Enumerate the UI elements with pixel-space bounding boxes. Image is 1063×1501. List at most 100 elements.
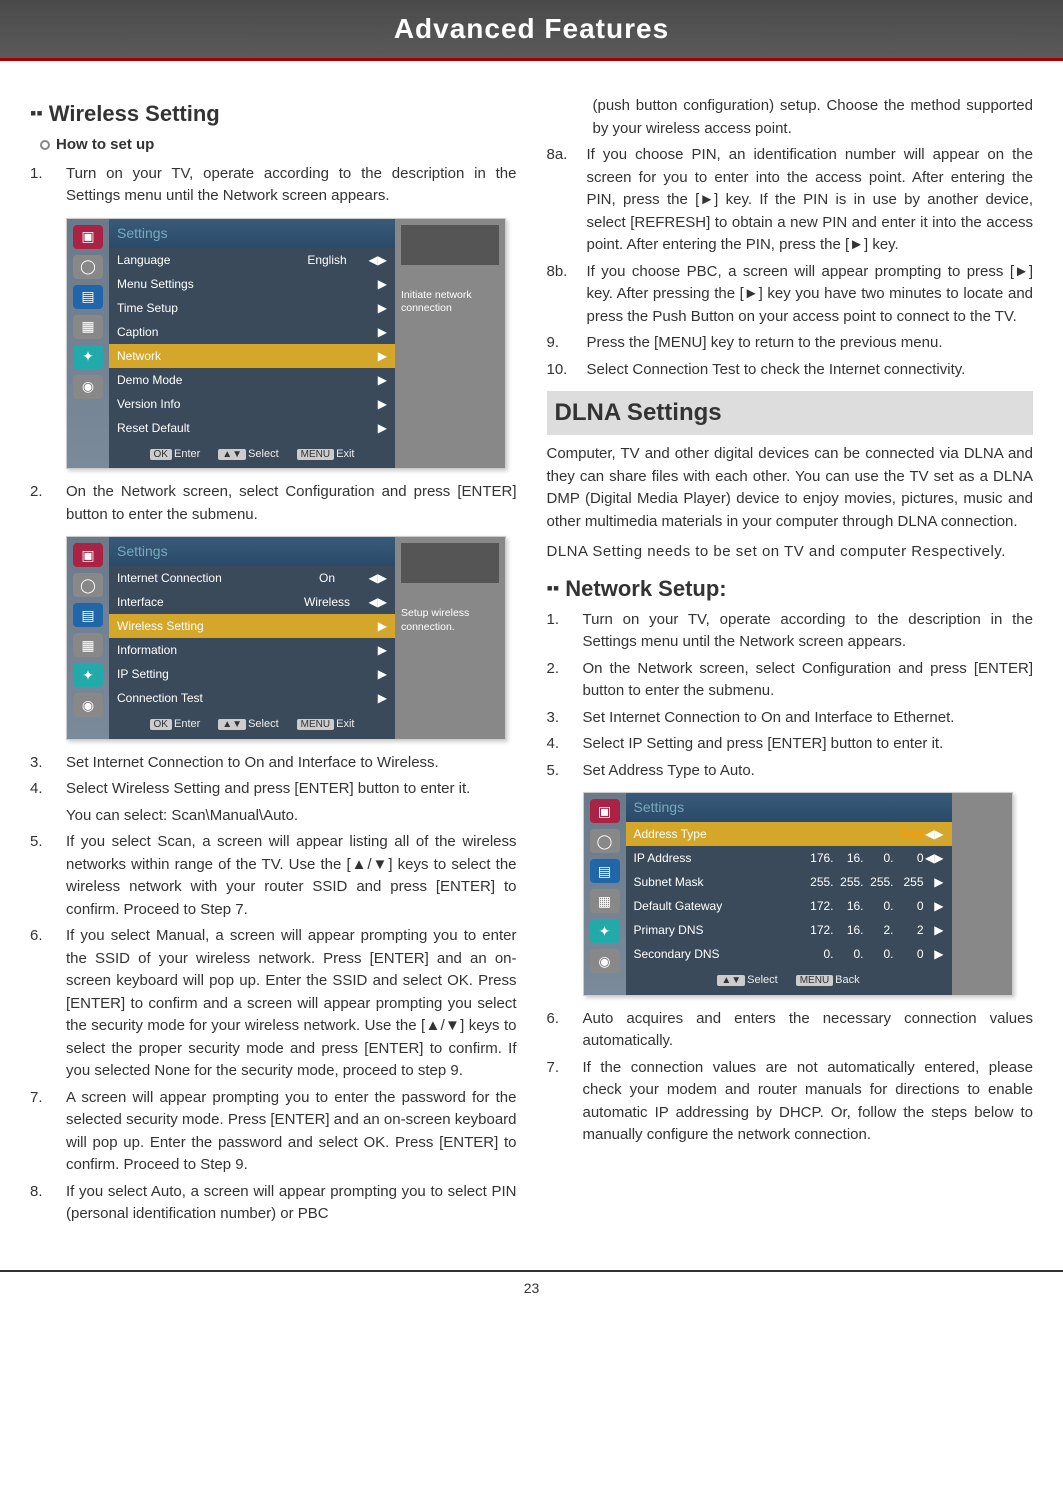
channel-icon: ▤ xyxy=(590,859,620,883)
arrow-icon: ▶ xyxy=(367,395,387,413)
arrow-icon: ▶ xyxy=(367,323,387,341)
arrow-icon: ◀▶ xyxy=(924,849,944,867)
steps-b: 2. On the Network screen, select Configu… xyxy=(30,481,517,526)
panel-title: Settings xyxy=(109,219,395,248)
step-1: 1. Turn on your TV, operate according to… xyxy=(30,163,517,208)
side-caption: Initiate network connection xyxy=(401,289,499,316)
step-number: 3. xyxy=(547,707,573,730)
row-label: Menu Settings xyxy=(117,275,287,293)
network-icon: ◉ xyxy=(590,949,620,973)
lock-icon: ▦ xyxy=(73,633,103,657)
arrow-icon: ▶ xyxy=(924,897,944,915)
menu-row[interactable]: Reset Default ▶ xyxy=(109,416,395,440)
panel-hints: OKEnter ▲▼Select MENUExit xyxy=(109,710,395,739)
step-item: 7.A screen will appear prompting you to … xyxy=(30,1087,517,1177)
row-value: 0.0.0.0 xyxy=(806,945,924,963)
left-column: ▪▪ Wireless Setting How to set up 1. Tur… xyxy=(30,91,517,1230)
row-label: Wireless Setting xyxy=(117,617,287,635)
dlna-heading: DLNA Settings xyxy=(547,391,1034,435)
step-text: Auto acquires and enters the necessary c… xyxy=(583,1008,1034,1053)
menu-row[interactable]: Network ▶ xyxy=(109,344,395,368)
row-label: Address Type xyxy=(634,825,809,843)
menu-row[interactable]: Address TypeAuto◀▶ xyxy=(626,822,952,846)
settings-panel-1: ▣ ◯ ▤ ▦ ✦ ◉ Settings LanguageEnglish◀▶Me… xyxy=(66,218,506,470)
step-number: 6. xyxy=(30,925,56,1083)
channel-icon: ▤ xyxy=(73,603,103,627)
menu-row[interactable]: Connection Test▶ xyxy=(109,686,395,710)
step-text: Select Connection Test to check the Inte… xyxy=(587,359,966,382)
page-number: 23 xyxy=(524,1280,540,1296)
step-item: 5.Set Address Type to Auto. xyxy=(547,760,1034,783)
sound-icon: ◯ xyxy=(590,829,620,853)
row-value: Wireless xyxy=(287,593,367,611)
menu-row[interactable]: Information▶ xyxy=(109,638,395,662)
panel-title: Settings xyxy=(109,537,395,566)
step-item: (push button configuration) setup. Choos… xyxy=(547,95,1034,140)
row-value: 255.255.255.255 xyxy=(806,873,924,891)
howto-row: How to set up xyxy=(40,134,517,157)
step-number: 3. xyxy=(30,752,56,775)
dlna-para-2: DLNA Setting needs to be set on TV and c… xyxy=(547,541,1034,564)
arrow-icon: ◀▶ xyxy=(367,251,387,269)
step-number: 1. xyxy=(547,609,573,654)
sound-icon: ◯ xyxy=(73,255,103,279)
panel-hints: OKEnter ▲▼Select MENUExit xyxy=(109,440,395,469)
menu-row[interactable]: Internet ConnectionOn◀▶ xyxy=(109,566,395,590)
row-value: 172.16.0.0 xyxy=(806,897,924,915)
arrow-icon: ▶ xyxy=(367,665,387,683)
step-text: Select IP Setting and press [ENTER] butt… xyxy=(583,733,944,756)
menu-row[interactable]: IP Setting▶ xyxy=(109,662,395,686)
arrow-icon: ▶ xyxy=(367,419,387,437)
arrow-icon: ◀▶ xyxy=(924,825,944,843)
row-label: Secondary DNS xyxy=(634,945,806,963)
menu-row[interactable]: Secondary DNS0.0.0.0▶ xyxy=(626,942,952,966)
row-value: 176.16.0.0 xyxy=(806,849,924,867)
step-item: 10.Select Connection Test to check the I… xyxy=(547,359,1034,382)
step-item: 2.On the Network screen, select Configur… xyxy=(547,658,1034,703)
row-label: Reset Default xyxy=(117,419,287,437)
page-body: ▪▪ Wireless Setting How to set up 1. Tur… xyxy=(0,81,1063,1250)
menu-row[interactable]: InterfaceWireless◀▶ xyxy=(109,590,395,614)
menu-row[interactable]: Wireless Setting▶ xyxy=(109,614,395,638)
menu-row[interactable]: Caption ▶ xyxy=(109,320,395,344)
menu-row[interactable]: Default Gateway172.16.0.0▶ xyxy=(626,894,952,918)
network-icon: ◉ xyxy=(73,375,103,399)
step-item: 3.Set Internet Connection to On and Inte… xyxy=(547,707,1034,730)
settings-icon: ✦ xyxy=(590,919,620,943)
step-text: (push button configuration) setup. Choos… xyxy=(593,95,1034,140)
step-text: A screen will appear prompting you to en… xyxy=(66,1087,517,1177)
right-column: (push button configuration) setup. Choos… xyxy=(547,91,1034,1230)
step-item: 6.Auto acquires and enters the necessary… xyxy=(547,1008,1034,1053)
arrow-icon: ▶ xyxy=(924,921,944,939)
step-number: 8b. xyxy=(547,261,577,329)
menu-row[interactable]: Demo Mode▶ xyxy=(109,368,395,392)
step-number: 4. xyxy=(30,778,56,801)
step-2: 2. On the Network screen, select Configu… xyxy=(30,481,517,526)
step-text: Turn on your TV, operate according to th… xyxy=(583,609,1034,654)
step-number: 6. xyxy=(547,1008,573,1053)
menu-row[interactable]: Subnet Mask255.255.255.255▶ xyxy=(626,870,952,894)
menu-row[interactable]: Version Info▶ xyxy=(109,392,395,416)
settings-icon: ✦ xyxy=(73,663,103,687)
row-label: Network xyxy=(117,347,287,365)
step-text: If you choose PBC, a screen will appear … xyxy=(587,261,1034,329)
menu-row[interactable]: Primary DNS172.16.2.2▶ xyxy=(626,918,952,942)
menu-row[interactable]: LanguageEnglish◀▶ xyxy=(109,248,395,272)
row-label: Demo Mode xyxy=(117,371,287,389)
menu-row[interactable]: Menu Settings▶ xyxy=(109,272,395,296)
picture-icon: ▣ xyxy=(590,799,620,823)
step-item: 4.Select IP Setting and press [ENTER] bu… xyxy=(547,733,1034,756)
settings-icon: ✦ xyxy=(73,345,103,369)
step-item: 4.Select Wireless Setting and press [ENT… xyxy=(30,778,517,801)
row-label: Connection Test xyxy=(117,689,287,707)
row-label: Primary DNS xyxy=(634,921,806,939)
preview-thumb xyxy=(401,225,499,265)
panel-side: Setup wireless connection. xyxy=(395,537,505,739)
settings-panel-3: ▣ ◯ ▤ ▦ ✦ ◉ Settings Address TypeAuto◀▶I… xyxy=(583,792,1013,996)
panel-side xyxy=(952,793,1012,995)
menu-row[interactable]: IP Address176.16.0.0◀▶ xyxy=(626,846,952,870)
arrow-icon: ▶ xyxy=(367,347,387,365)
step-item: 8b. If you choose PBC, a screen will appe… xyxy=(547,261,1034,329)
row-label: Caption xyxy=(117,323,287,341)
menu-row[interactable]: Time Setup▶ xyxy=(109,296,395,320)
